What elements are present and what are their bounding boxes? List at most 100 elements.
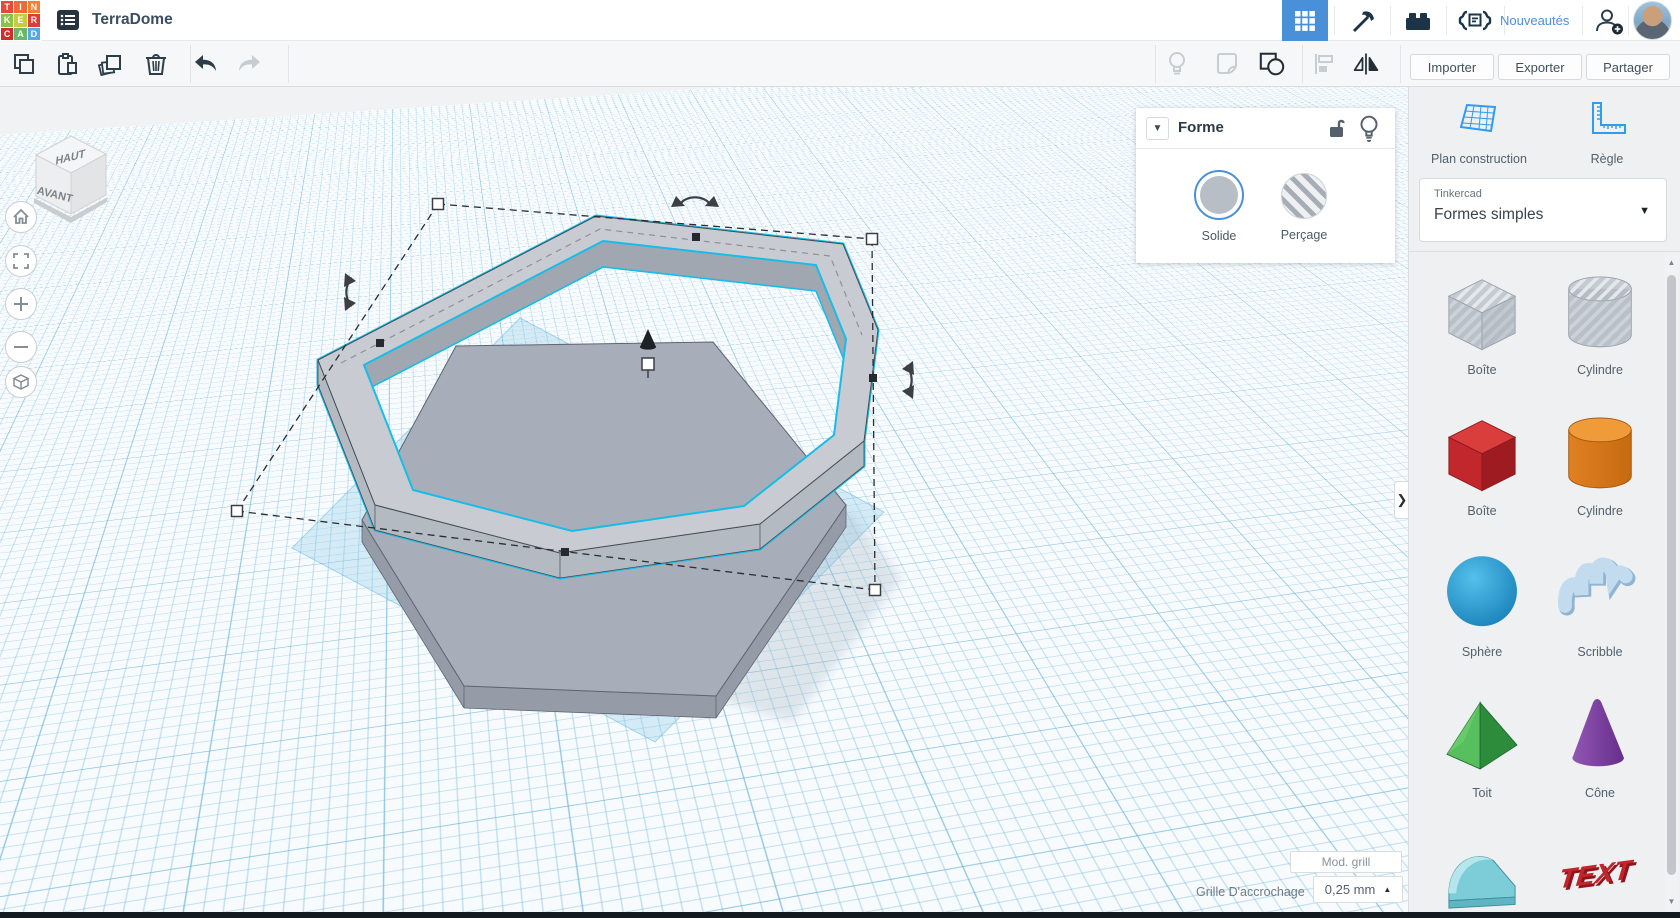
shape-item-sphere[interactable]: Sphère [1423,547,1541,688]
group-button[interactable] [1258,50,1286,78]
logo-cell: C [1,27,14,40]
paste-button[interactable] [53,50,81,78]
shape-item-text3d[interactable]: TEXT TEXT [1541,829,1659,912]
3d-designs-tab[interactable] [1282,0,1328,41]
edit-grid-button[interactable]: Mod. grill [1290,851,1402,873]
rotate-handle-right[interactable] [902,361,914,399]
cyl-orange-thumbnail [1554,406,1646,502]
codeblocks-tab[interactable] [1446,0,1504,41]
duplicate-button[interactable] [97,50,125,78]
trash-icon [146,54,166,75]
separator [1400,45,1401,83]
export-button[interactable]: Exporter [1498,54,1582,80]
share-button[interactable]: Partager [1586,54,1670,80]
shape-item-box-red[interactable]: Boîte [1423,406,1541,547]
align-button[interactable] [1310,50,1338,78]
inspector-collapse-button[interactable]: ▼ [1146,117,1169,140]
mirror-icon [1353,53,1379,75]
shape-item-roof[interactable]: Toit [1423,688,1541,829]
redo-icon [239,55,260,71]
separator [1302,45,1303,83]
minus-icon [14,346,28,348]
shape-inspector-panel: ▼ Forme Solide Perçage [1136,108,1395,263]
scrollbar-thumb[interactable] [1667,275,1676,875]
shape-item-cone[interactable]: Cône [1541,688,1659,829]
show-all-button[interactable] [1163,50,1191,78]
fit-view-button[interactable] [5,245,37,277]
shape-item-halfround[interactable] [1423,829,1541,912]
lock-open-icon[interactable] [1326,116,1350,140]
grid-icon [1295,10,1315,31]
snap-grid-label: Grille D'accrochage [1196,885,1305,899]
shape-category-value: Formes simples [1434,206,1544,223]
solid-swatch [1194,170,1244,220]
shape-category-brand: Tinkercad [1434,188,1482,200]
delete-button[interactable] [142,50,170,78]
undo-icon [195,55,216,71]
home-view-button[interactable] [5,201,37,233]
user-avatar[interactable] [1633,1,1672,40]
undo-button[interactable] [192,50,220,78]
elevate-handle[interactable] [640,329,656,350]
pickaxe-icon [1353,10,1374,32]
workplane-tool[interactable]: Plan construction [1419,101,1539,166]
cyl-hole-thumbnail [1554,265,1646,361]
design-menu-icon[interactable] [56,9,80,31]
person-add-icon [1596,9,1623,34]
logo-cell: K [1,14,14,27]
document-title[interactable]: TerraDome [92,11,173,29]
shape-category-select[interactable]: Tinkercad Formes simples ▼ [1419,178,1667,242]
snap-grid-select[interactable]: 0,25 mm ▲ [1313,876,1403,903]
shapes-sidebar: Plan construction Règle Tinkercad Formes… [1408,87,1680,912]
rotate-handle-top[interactable] [671,196,719,207]
sphere-thumbnail [1436,547,1528,643]
shape-item-cyl-hole[interactable]: Cylindre [1541,265,1659,406]
rotate-handle-left[interactable] [344,273,356,311]
paste-icon [58,53,77,75]
svg-text:TEXT: TEXT [1557,854,1635,894]
halfround-thumbnail [1436,829,1528,912]
redo-button[interactable] [235,50,263,78]
separator [288,45,289,83]
solid-option[interactable]: Solide [1184,170,1254,243]
scroll-up-icon[interactable]: ▲ [1665,255,1678,271]
import-button[interactable]: Importer [1410,54,1494,80]
box-hole-thumbnail [1436,265,1528,361]
logo-cell: N [27,1,40,14]
zoom-in-button[interactable] [5,288,37,320]
chevron-down-icon: ▼ [1639,205,1650,217]
duplicate-icon [98,55,121,76]
solid-label: Solide [1201,229,1237,243]
hole-option[interactable]: Perçage [1269,170,1339,242]
tinkercad-app: TINKERCAD TerraDome Nouveautés Importer … [0,0,1680,918]
ruler-icon [1592,102,1626,134]
cone-thumbnail [1554,688,1646,784]
tinkercad-logo[interactable]: TINKERCAD [0,0,41,41]
ruler-tool[interactable]: Règle [1547,101,1667,166]
minecraft-tab[interactable] [1334,0,1390,41]
note-icon [1217,53,1237,74]
zoom-out-button[interactable] [5,331,37,363]
viewport-3d[interactable]: HAUT AVANT ▼ Forme Solide Perçage Mod. g… [0,87,1408,912]
separator [190,45,191,83]
nouveautes-link[interactable]: Nouveautés [1500,0,1569,41]
box-red-thumbnail [1436,406,1528,502]
copy-button[interactable] [10,50,38,78]
window-bottom-edge [0,912,1680,918]
divider [1409,251,1680,252]
mirror-button[interactable] [1352,50,1380,78]
hide-bulb-icon[interactable] [1356,114,1382,142]
sidebar-collapse-tab[interactable]: ❯ [1394,481,1408,519]
sidebar-scrollbar[interactable]: ▲ ▼ [1665,253,1678,912]
invite-button[interactable] [1588,0,1630,41]
roof-thumbnail [1436,688,1528,784]
shape-item-cyl-orange[interactable]: Cylindre [1541,406,1659,547]
separator [1155,45,1156,83]
shape-item-scribble[interactable]: Scribble [1541,547,1659,688]
text3d-thumbnail: TEXT TEXT [1554,829,1646,912]
perspective-toggle-button[interactable] [5,366,37,398]
shape-item-box-hole[interactable]: Boîte [1423,265,1541,406]
bricks-tab[interactable] [1390,0,1446,41]
scroll-down-icon[interactable]: ▼ [1665,894,1678,910]
notes-button[interactable] [1213,50,1241,78]
